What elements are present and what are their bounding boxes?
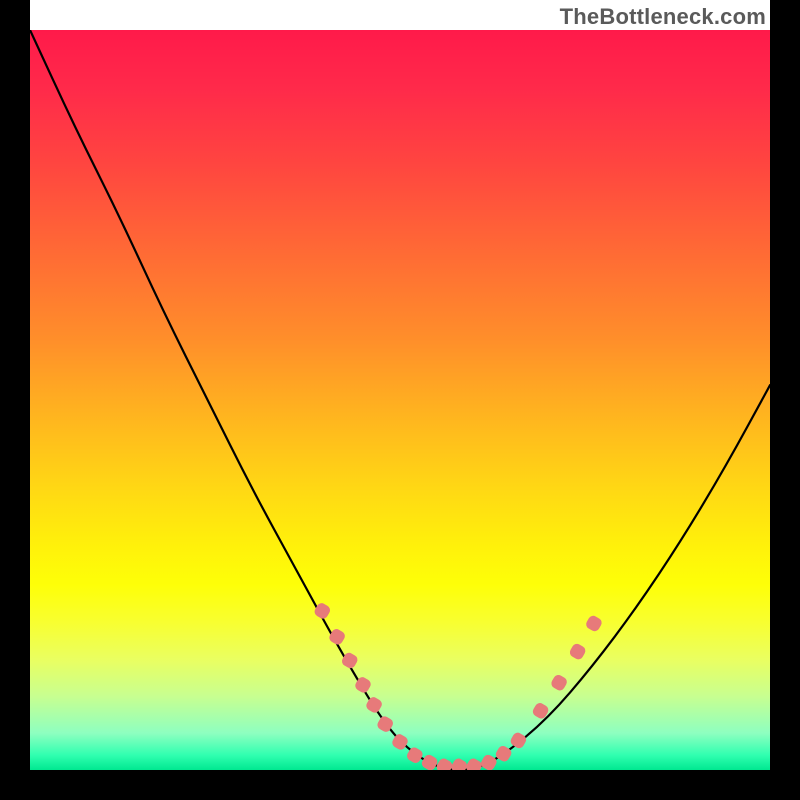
highlight-marker — [479, 753, 498, 770]
highlight-marker — [390, 732, 409, 751]
highlight-marker — [365, 695, 384, 714]
watermark-text: TheBottleneck.com — [560, 4, 766, 30]
highlight-marker — [450, 757, 469, 770]
highlight-marker — [584, 614, 603, 633]
highlight-marker — [464, 757, 483, 770]
highlight-marker — [435, 757, 454, 770]
chart-svg — [30, 30, 770, 770]
highlight-markers — [313, 601, 604, 770]
main-curve — [30, 30, 770, 770]
highlight-marker — [568, 642, 587, 661]
highlight-marker — [550, 673, 569, 692]
highlight-marker — [420, 753, 439, 770]
highlight-marker — [494, 744, 513, 763]
